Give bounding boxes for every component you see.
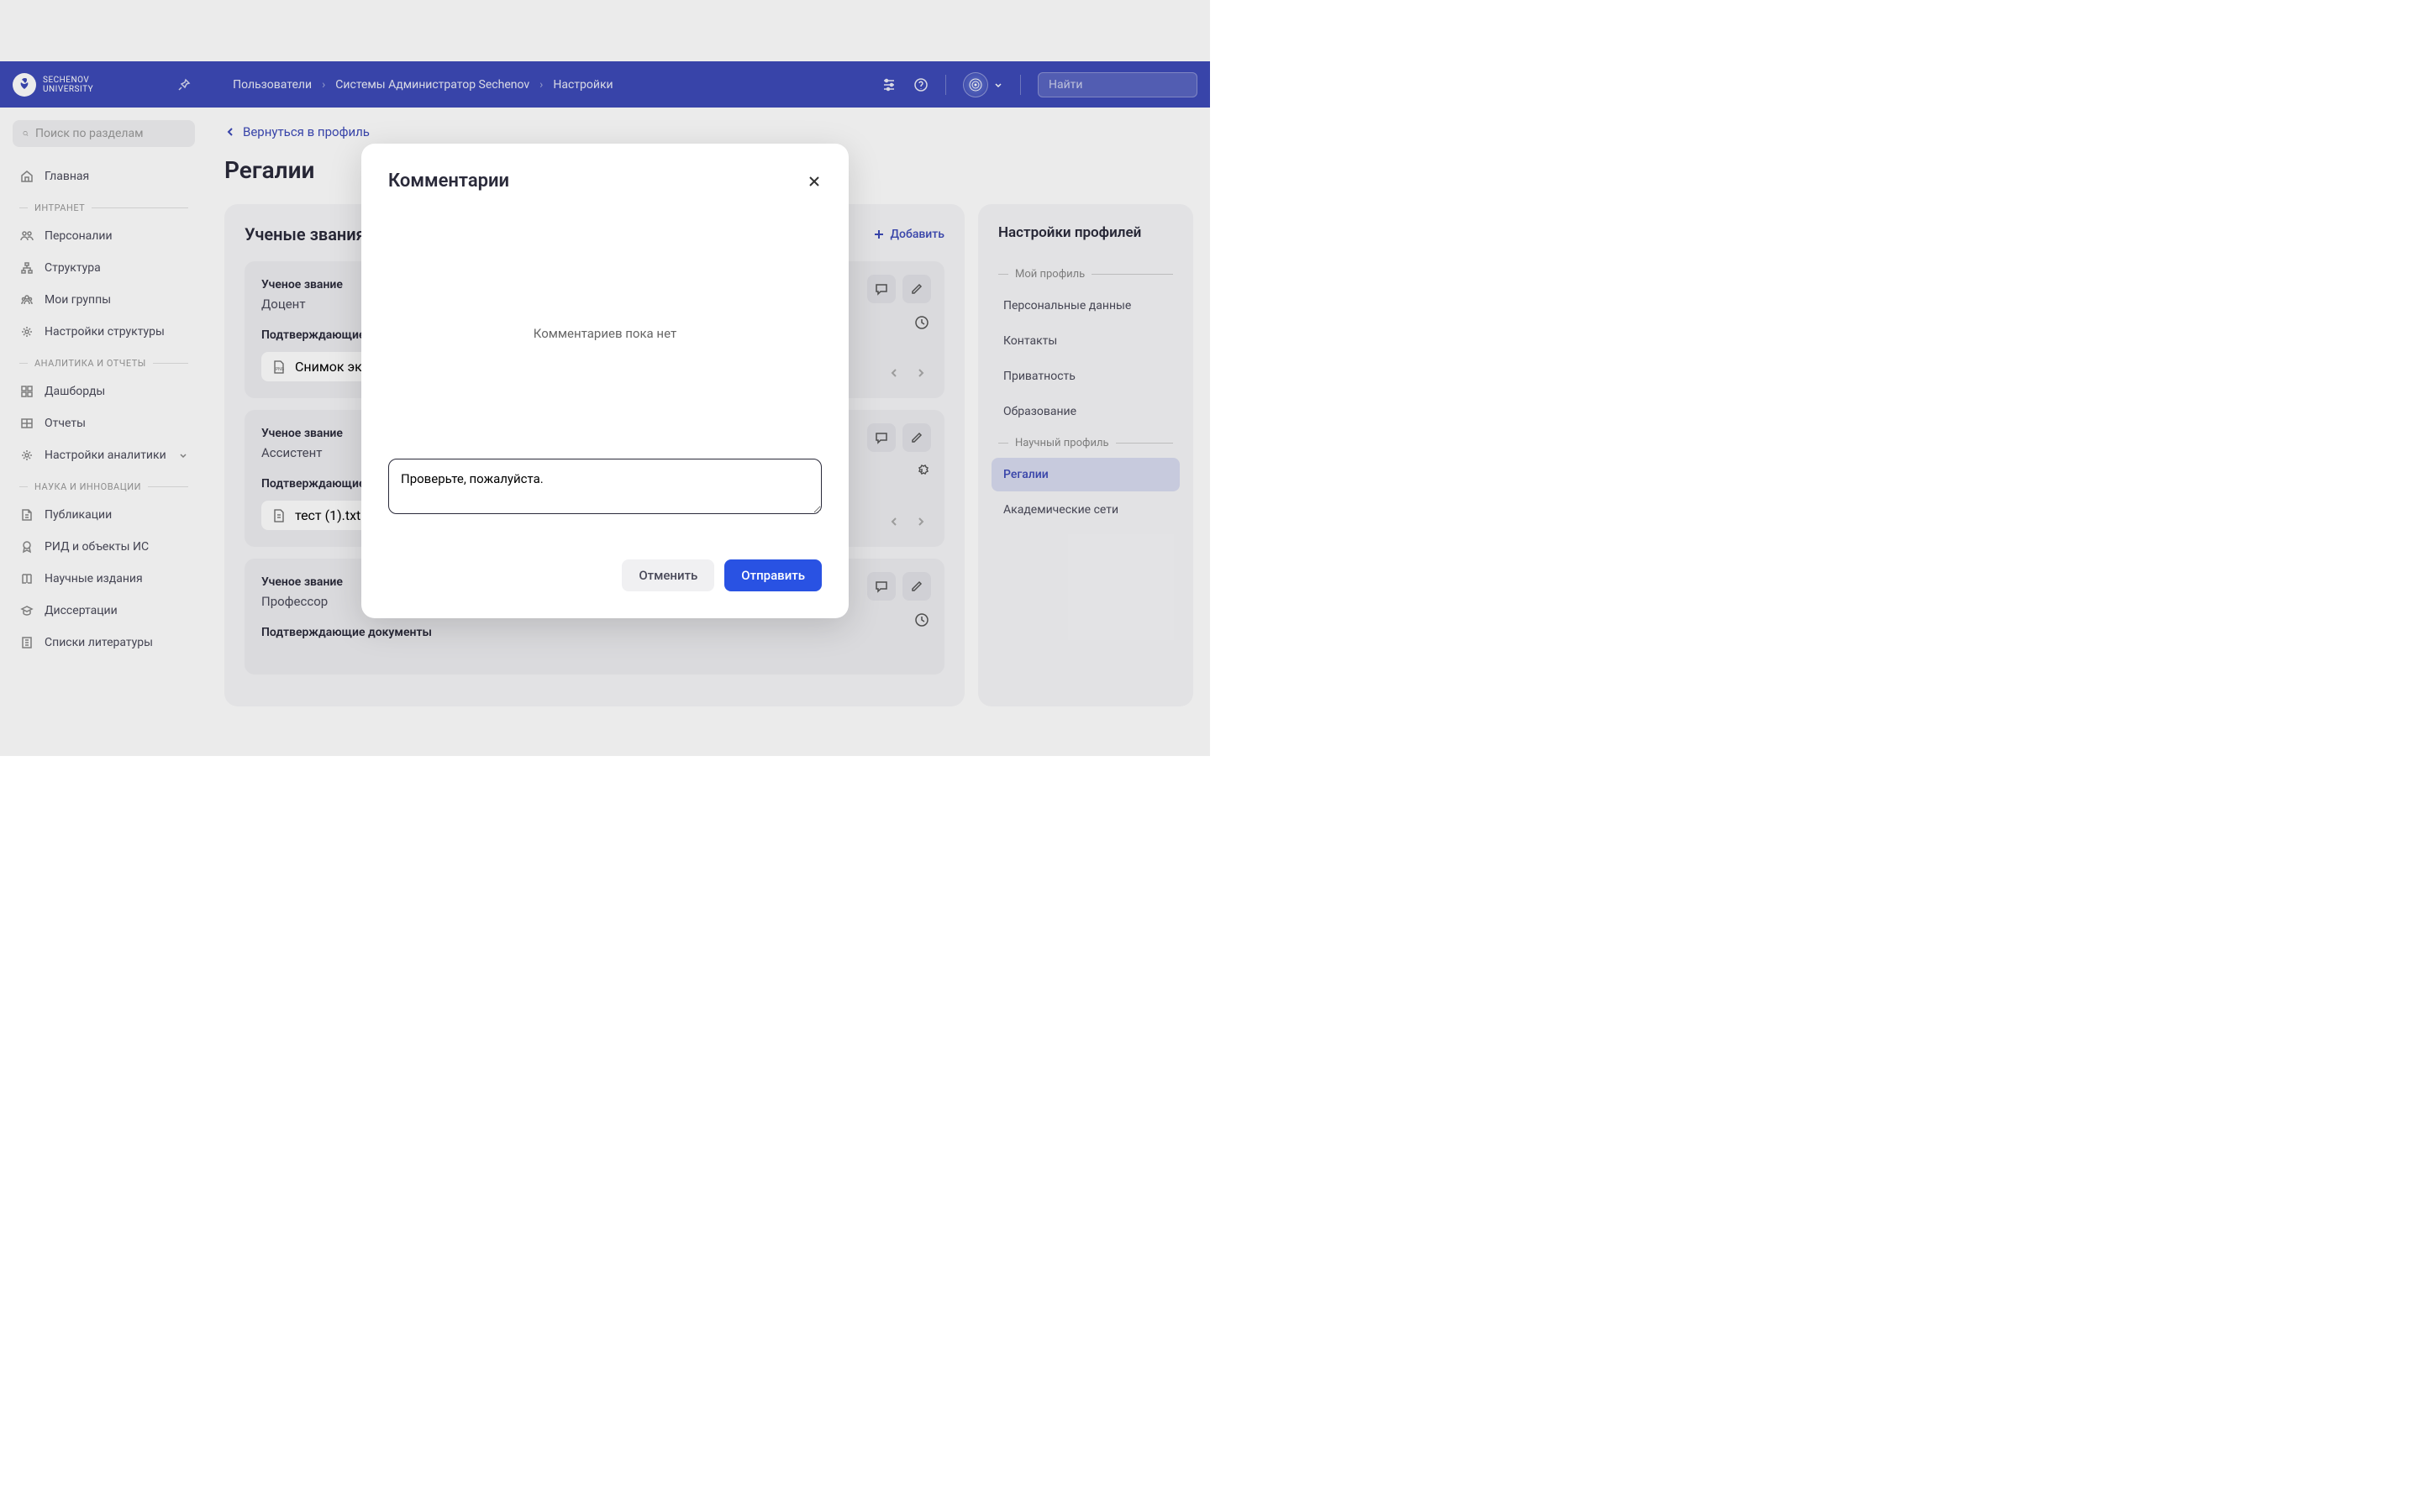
cancel-button[interactable]: Отменить bbox=[622, 559, 714, 591]
close-button[interactable] bbox=[807, 174, 822, 189]
submit-button[interactable]: Отправить bbox=[724, 559, 822, 591]
empty-state: Комментариев пока нет bbox=[388, 208, 822, 459]
comments-modal: Комментарии Комментариев пока нет Отмени… bbox=[361, 144, 849, 618]
comment-textarea[interactable] bbox=[388, 459, 822, 514]
close-icon bbox=[807, 174, 822, 189]
modal-title: Комментарии bbox=[388, 171, 509, 192]
